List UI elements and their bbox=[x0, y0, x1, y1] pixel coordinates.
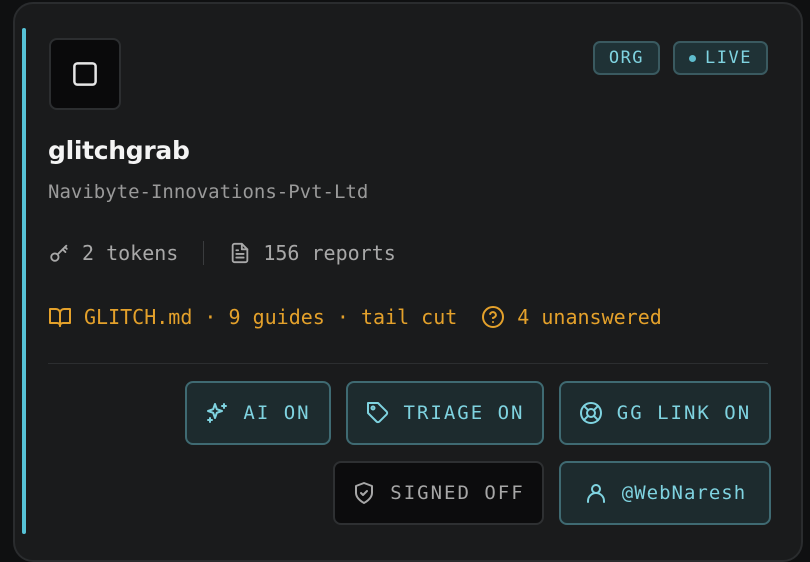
accent-bar bbox=[22, 28, 26, 534]
shield-check-icon bbox=[355, 482, 374, 504]
divider bbox=[203, 241, 205, 265]
user-button[interactable]: @WebNaresh bbox=[559, 461, 771, 525]
lifebuoy-icon bbox=[579, 402, 602, 424]
project-avatar bbox=[49, 38, 121, 110]
guide-file-text: GLITCH.md · 9 guides · tail cut bbox=[84, 305, 458, 329]
live-badge-label: LIVE bbox=[705, 48, 752, 68]
signed-toggle-button[interactable]: SIGNED OFF bbox=[333, 461, 544, 525]
project-title: glitchgrab bbox=[48, 136, 190, 165]
project-card: ORG LIVE glitchgrab Navibyte-Innovations… bbox=[13, 2, 803, 562]
stats-row: 2 tokens 156 reports bbox=[48, 238, 396, 268]
user-handle: @WebNaresh bbox=[621, 482, 747, 504]
guide-meta-row: GLITCH.md · 9 guides · tail cut 4 unansw… bbox=[48, 302, 662, 332]
triage-toggle-button[interactable]: TRIAGE ON bbox=[346, 381, 544, 445]
unanswered-link[interactable]: 4 unanswered bbox=[481, 305, 662, 329]
tokens-count: 2 tokens bbox=[82, 241, 179, 265]
user-icon bbox=[586, 484, 605, 503]
tokens-stat[interactable]: 2 tokens bbox=[48, 241, 178, 265]
unanswered-text: 4 unanswered bbox=[517, 305, 662, 329]
file-text-icon bbox=[232, 242, 249, 264]
signed-toggle-label: SIGNED OFF bbox=[390, 482, 525, 504]
live-badge: LIVE bbox=[673, 41, 768, 75]
tag-icon bbox=[366, 402, 388, 424]
reports-count: 156 reports bbox=[263, 241, 396, 265]
square-icon bbox=[73, 62, 97, 86]
org-badge: ORG bbox=[592, 41, 661, 75]
ai-toggle-button[interactable]: AI ON bbox=[185, 381, 331, 445]
help-circle-icon bbox=[482, 306, 505, 328]
org-name: Navibyte-Innovations-Pvt-Ltd bbox=[48, 181, 369, 203]
badge-group: ORG LIVE bbox=[592, 41, 768, 75]
book-open-icon bbox=[49, 308, 71, 327]
status-dot-icon bbox=[689, 54, 697, 62]
section-divider bbox=[48, 363, 768, 364]
gg-link-toggle-button[interactable]: GG LINK ON bbox=[559, 381, 771, 445]
reports-stat[interactable]: 156 reports bbox=[229, 241, 396, 265]
gg-link-toggle-label: GG LINK ON bbox=[616, 402, 752, 424]
key-icon bbox=[50, 244, 68, 262]
ai-toggle-label: AI ON bbox=[243, 402, 311, 424]
triage-toggle-label: TRIAGE ON bbox=[403, 402, 525, 424]
sparkles-icon bbox=[207, 403, 228, 423]
org-badge-label: ORG bbox=[608, 48, 645, 68]
guide-file-link[interactable]: GLITCH.md · 9 guides · tail cut bbox=[48, 305, 457, 329]
